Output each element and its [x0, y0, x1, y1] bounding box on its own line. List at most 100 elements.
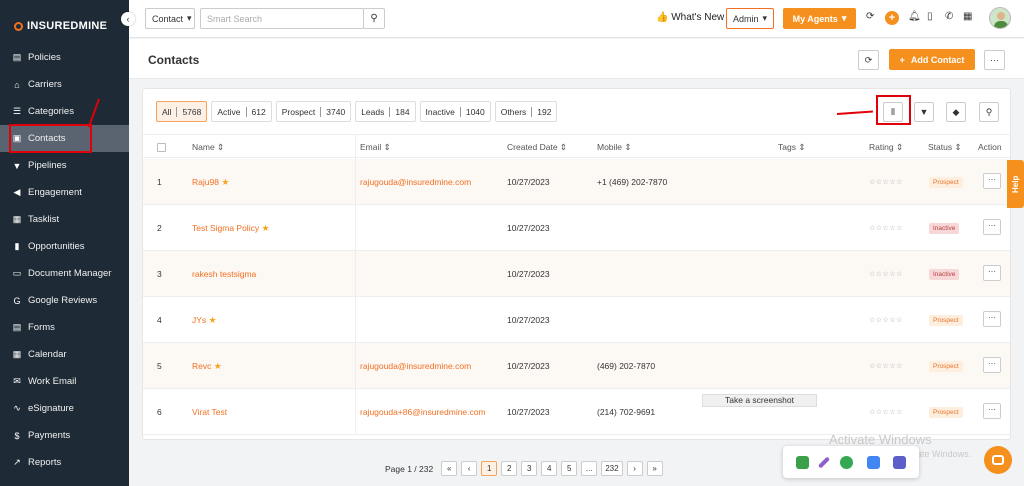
- column-created-date[interactable]: Created Date ⇕: [507, 142, 567, 153]
- table-search-button[interactable]: ⚲: [979, 102, 999, 122]
- calculator-icon[interactable]: ▦: [963, 11, 972, 22]
- sidebar-item-calendar[interactable]: ▦ Calendar: [0, 341, 129, 368]
- page-2-button[interactable]: 2: [501, 461, 518, 476]
- contact-email[interactable]: rajugouda@insuredmine.com: [360, 361, 471, 371]
- device-icon[interactable]: ▯: [927, 11, 933, 22]
- sidebar-item-engagement[interactable]: ◀ Engagement: [0, 179, 129, 206]
- sidebar-item-esignature[interactable]: ∿ eSignature: [0, 395, 129, 422]
- help-tab[interactable]: Help: [1007, 160, 1024, 208]
- avatar[interactable]: [989, 7, 1011, 29]
- row-action-button[interactable]: ···: [983, 403, 1001, 419]
- star-icon[interactable]: ★: [261, 223, 269, 233]
- mobile-number[interactable]: (214) 702-9691: [597, 407, 655, 417]
- contact-email[interactable]: rajugouda@insuredmine.com: [360, 177, 471, 187]
- sidebar-item-categories[interactable]: ☰ Categories: [0, 98, 129, 125]
- column-rating[interactable]: Rating ⇕: [869, 142, 903, 153]
- sidebar-item-tasklist[interactable]: ▦ Tasklist: [0, 206, 129, 233]
- star-icon[interactable]: ★: [209, 315, 217, 325]
- add-contact-button[interactable]: + Add Contact: [889, 49, 975, 70]
- filter-others[interactable]: Others 192: [494, 101, 558, 122]
- filter-inactive[interactable]: Inactive 1040: [419, 101, 491, 122]
- mobile-number[interactable]: +1 (469) 202-7870: [597, 177, 667, 187]
- table-row[interactable]: 2 Test Sigma Policy ★ 10/27/2023 ☆☆☆☆☆ Inact…: [143, 205, 1010, 251]
- filter-prospect[interactable]: Prospect 3740: [275, 101, 352, 122]
- sidebar-item-document-manager[interactable]: ▭ Document Manager: [0, 260, 129, 287]
- contact-name-link[interactable]: Revc ★: [192, 361, 222, 372]
- bell-icon[interactable]: 🔔︎: [908, 11, 921, 22]
- tags-button[interactable]: ◆: [946, 102, 966, 122]
- sidebar-item-pipelines[interactable]: ▼ Pipelines: [0, 152, 129, 179]
- row-action-button[interactable]: ···: [983, 219, 1001, 235]
- contact-name-link[interactable]: Virat Test: [192, 407, 227, 417]
- contact-name-link[interactable]: rakesh testsigma: [192, 269, 256, 279]
- contact-name-link[interactable]: Raju98 ★: [192, 177, 229, 188]
- column-email[interactable]: Email ⇕: [360, 142, 391, 153]
- sidebar-item-payments[interactable]: $ Payments: [0, 422, 129, 449]
- whats-new-link[interactable]: 👍 What's New: [656, 12, 724, 23]
- drive-icon[interactable]: [866, 455, 880, 469]
- column-status[interactable]: Status ⇕: [928, 142, 962, 153]
- column-mobile[interactable]: Mobile ⇕: [597, 142, 632, 153]
- table-row[interactable]: 1 Raju98 ★ rajugouda@insuredmine.com 10/27/…: [143, 159, 1010, 205]
- teams-icon[interactable]: [893, 455, 907, 469]
- sidebar-item-work-email[interactable]: ✉ Work Email: [0, 368, 129, 395]
- rating-stars[interactable]: ☆☆☆☆☆: [869, 316, 903, 324]
- table-row[interactable]: 5 Revc ★ rajugouda@insuredmine.com 10/27/20…: [143, 343, 1010, 389]
- sidebar-item-google-reviews[interactable]: G Google Reviews: [0, 287, 129, 314]
- rating-stars[interactable]: ☆☆☆☆☆: [869, 224, 903, 232]
- contact-name-link[interactable]: JYs ★: [192, 315, 217, 326]
- table-row[interactable]: 4 JYs ★ 10/27/2023 ☆☆☆☆☆ Prospect ···: [143, 297, 1010, 343]
- sidebar-item-opportunities[interactable]: ▮ Opportunities: [0, 233, 129, 260]
- row-action-button[interactable]: ···: [983, 173, 1001, 189]
- last-page-button[interactable]: »: [646, 461, 663, 476]
- refresh-icon[interactable]: ⟳: [866, 11, 874, 22]
- page-last-number-button[interactable]: 232: [601, 461, 623, 476]
- rating-stars[interactable]: ☆☆☆☆☆: [869, 178, 903, 186]
- rating-stars[interactable]: ☆☆☆☆☆: [869, 362, 903, 370]
- table-row[interactable]: 6 Virat Test rajugouda+86@insuredmine.com 1…: [143, 389, 1010, 435]
- sidebar-collapse-button[interactable]: ‹: [121, 12, 135, 26]
- quick-add-button[interactable]: +: [885, 11, 899, 25]
- filter-active[interactable]: Active 612: [211, 101, 272, 122]
- column-tags[interactable]: Tags ⇕: [778, 142, 805, 153]
- page-3-button[interactable]: 3: [521, 461, 538, 476]
- star-icon[interactable]: ★: [214, 361, 222, 371]
- column-name[interactable]: Name ⇕: [192, 142, 224, 153]
- table-row[interactable]: 3 rakesh testsigma 10/27/2023 ☆☆☆☆☆ Inactive…: [143, 251, 1010, 297]
- recycle-icon[interactable]: [839, 455, 853, 469]
- star-icon[interactable]: ★: [221, 177, 229, 187]
- refresh-button[interactable]: ⟳: [858, 50, 879, 70]
- page-1-button[interactable]: 1: [481, 461, 498, 476]
- row-action-button[interactable]: ···: [983, 265, 1001, 281]
- rating-stars[interactable]: ☆☆☆☆☆: [869, 270, 903, 278]
- search-input[interactable]: Smart Search: [200, 8, 364, 29]
- page-5-button[interactable]: 5: [561, 461, 578, 476]
- prev-page-button[interactable]: ‹: [461, 461, 478, 476]
- sidebar-item-reports[interactable]: ↗ Reports: [0, 449, 129, 476]
- search-button[interactable]: ⚲: [363, 8, 385, 29]
- phone-icon[interactable]: ✆: [945, 11, 953, 22]
- mobile-number[interactable]: (469) 202-7870: [597, 361, 655, 371]
- row-action-button[interactable]: ···: [983, 311, 1001, 327]
- sidebar-item-forms[interactable]: ▤ Forms: [0, 314, 129, 341]
- page-4-button[interactable]: 4: [541, 461, 558, 476]
- first-page-button[interactable]: «: [441, 461, 458, 476]
- rating-stars[interactable]: ☆☆☆☆☆: [869, 408, 903, 416]
- logo[interactable]: INSUREDMINE: [14, 20, 107, 32]
- chat-button[interactable]: [984, 446, 1012, 474]
- pen-icon[interactable]: [818, 455, 831, 469]
- shield-check-icon[interactable]: [795, 455, 809, 469]
- more-options-button[interactable]: ···: [984, 50, 1005, 70]
- sidebar-item-policies[interactable]: ▤ Policies: [0, 44, 129, 71]
- role-select[interactable]: Admin ▾: [726, 8, 775, 29]
- select-all-checkbox[interactable]: [157, 143, 166, 152]
- my-agents-button[interactable]: My Agents ▾: [783, 8, 856, 29]
- sidebar-item-carriers[interactable]: ⌂ Carriers: [0, 71, 129, 98]
- contact-name-link[interactable]: Test Sigma Policy ★: [192, 223, 270, 234]
- filter-leads[interactable]: Leads 184: [355, 101, 416, 122]
- filter-button[interactable]: ▼: [914, 102, 934, 122]
- next-page-button[interactable]: ›: [626, 461, 643, 476]
- row-action-button[interactable]: ···: [983, 357, 1001, 373]
- contact-email[interactable]: rajugouda+86@insuredmine.com: [360, 407, 486, 417]
- entity-select[interactable]: Contact ▾: [145, 8, 195, 29]
